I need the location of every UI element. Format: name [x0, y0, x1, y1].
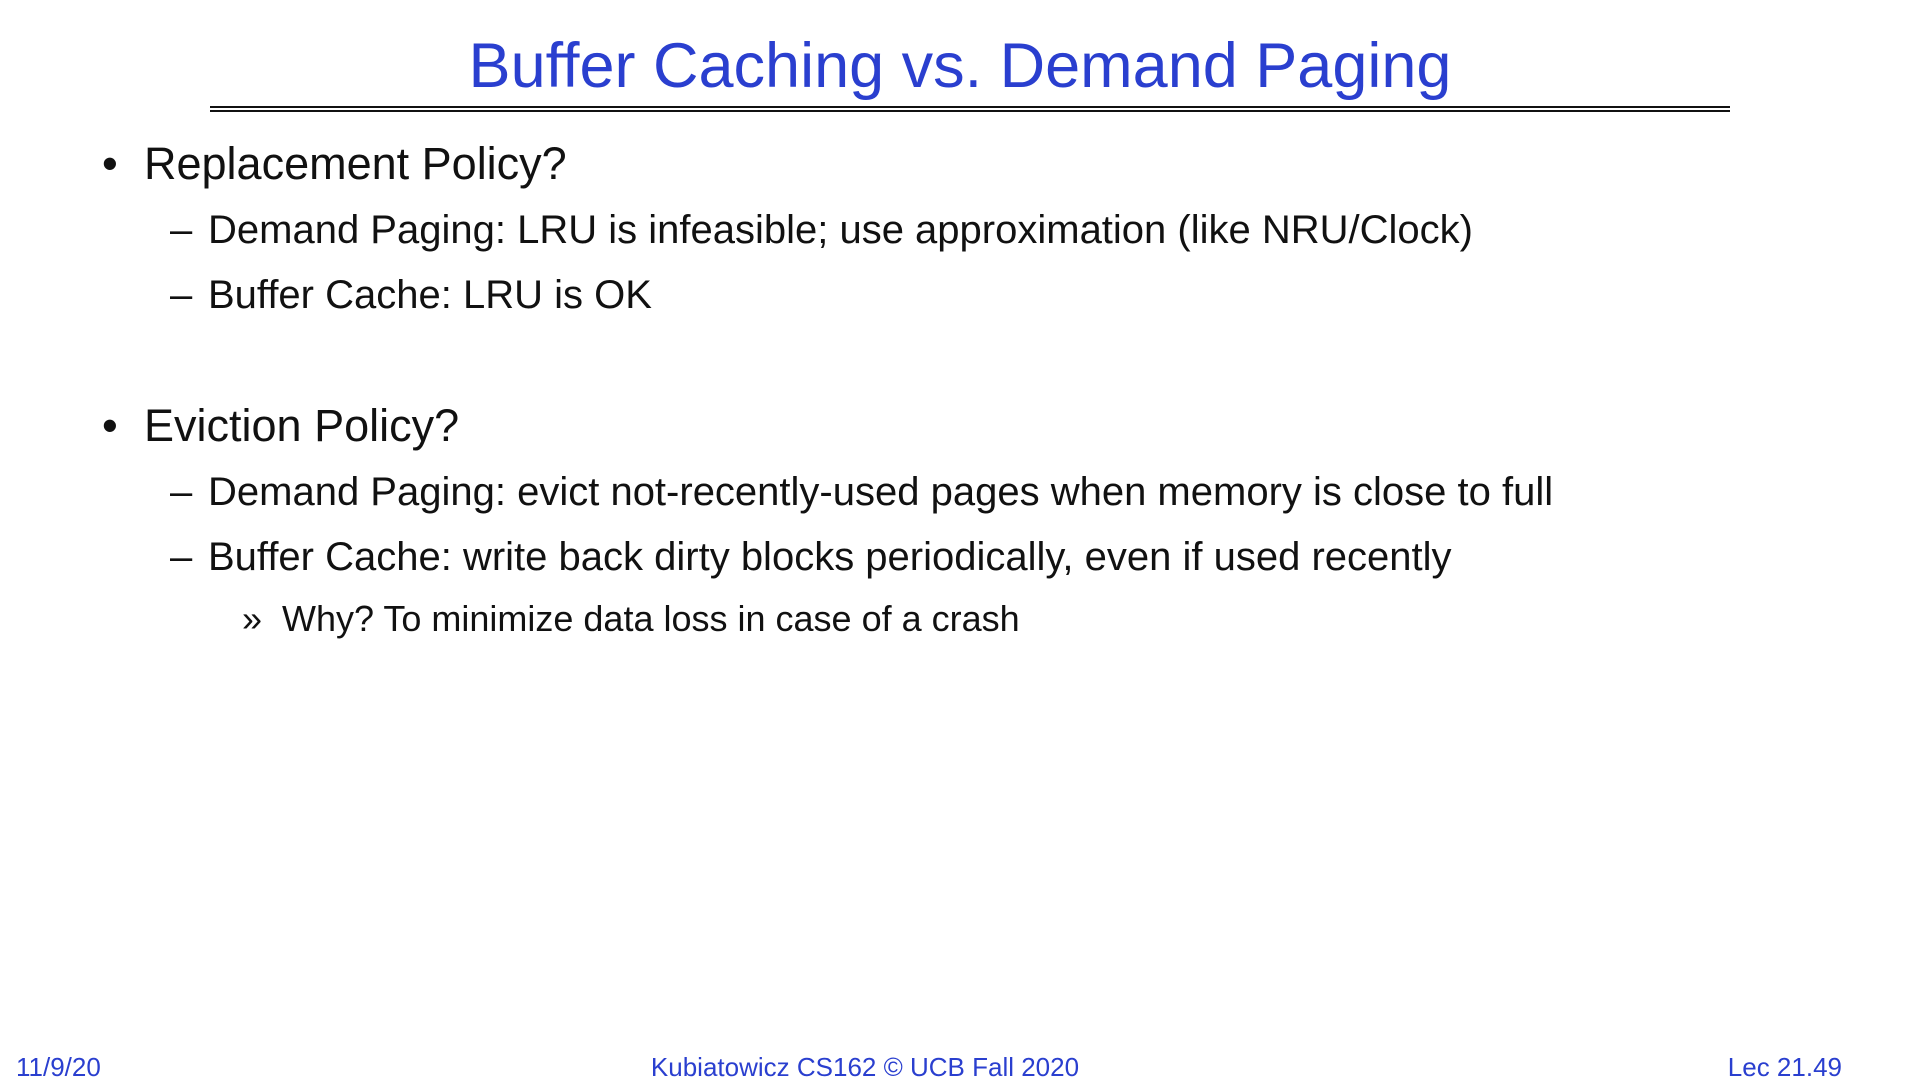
- slide-title: Buffer Caching vs. Demand Paging: [468, 31, 1452, 101]
- bullet-eviction-policy: • Eviction Policy?: [102, 398, 459, 454]
- sub-bullet-text: Demand Paging: LRU is infeasible; use ap…: [208, 208, 1473, 252]
- dash-marker: –: [170, 535, 193, 579]
- sub-bullet-demand-paging-replacement: – Demand Paging: LRU is infeasible; use a…: [170, 205, 1473, 255]
- sub-bullet-text: Buffer Cache: write back dirty blocks pe…: [208, 535, 1452, 579]
- dash-marker: –: [170, 273, 193, 317]
- title-divider: [210, 106, 1730, 112]
- dash-marker: –: [170, 470, 193, 514]
- sub-bullet-demand-paging-eviction: – Demand Paging: evict not-recently-used …: [170, 467, 1553, 517]
- bullet-marker: •: [102, 400, 118, 451]
- footer-lecture-number: Lec 21.49: [1727, 1052, 1842, 1082]
- sub-bullet-buffer-cache-eviction: – Buffer Cache: write back dirty blocks p…: [170, 532, 1452, 582]
- dash-marker: –: [170, 208, 193, 252]
- bullet-text: Eviction Policy?: [144, 400, 460, 451]
- sub-bullet-text: Buffer Cache: LRU is OK: [208, 273, 652, 317]
- bullet-replacement-policy: • Replacement Policy?: [102, 136, 567, 192]
- bullet-text: Replacement Policy?: [144, 138, 567, 189]
- sub-bullet-text: Demand Paging: evict not-recently-used p…: [208, 470, 1554, 514]
- sub-sub-bullet-why: » Why? To minimize data loss in case of a…: [242, 596, 1020, 642]
- sub-sub-bullet-text: Why? To minimize data loss in case of a …: [282, 598, 1020, 639]
- sub-bullet-buffer-cache-replacement: – Buffer Cache: LRU is OK: [170, 270, 652, 320]
- bullet-marker: •: [102, 138, 118, 189]
- guillemet-marker: »: [242, 598, 263, 639]
- footer-course: Kubiatowicz CS162 © UCB Fall 2020: [650, 1052, 1080, 1082]
